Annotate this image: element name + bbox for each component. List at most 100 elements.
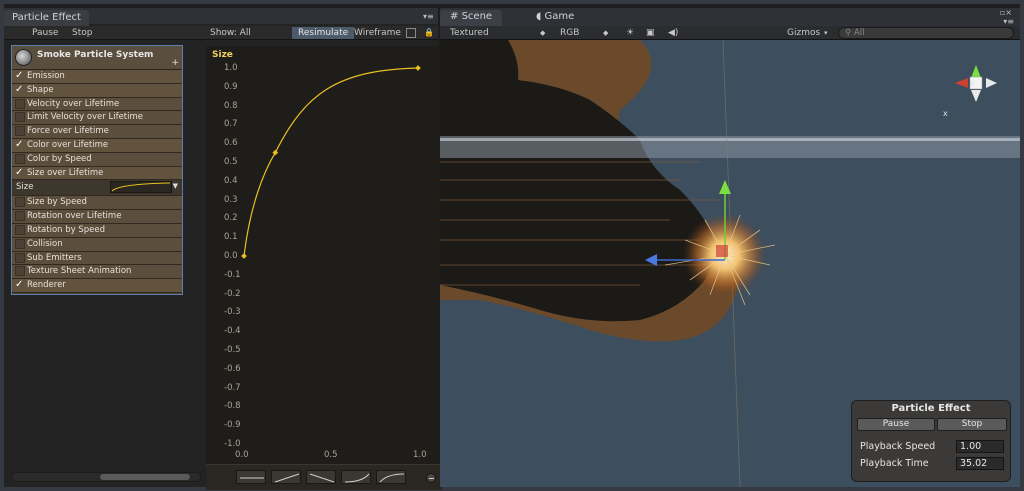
particle-effect-overlay: Particle Effect Pause Stop Playback Spee… [851, 400, 1011, 482]
scene-search-input[interactable]: ⚲ All [838, 27, 1014, 39]
audio-icon[interactable]: ◀) [668, 27, 678, 39]
lighting-sun-icon[interactable]: ☀ [626, 27, 634, 39]
curve-keyframe[interactable] [272, 149, 279, 156]
particle-system-header[interactable]: Smoke Particle System + [12, 46, 182, 70]
scene-grid-icon: # [450, 11, 459, 22]
module-label: Sub Emitters [27, 252, 82, 263]
module-label: Color over Lifetime [27, 139, 109, 150]
resimulate-toggle[interactable]: Resimulate [292, 27, 355, 39]
curve-keyframe[interactable] [241, 253, 247, 259]
module-checkbox[interactable] [15, 252, 25, 263]
module-checkbox[interactable] [15, 238, 25, 249]
module-row[interactable]: Velocity over Lifetime [12, 97, 182, 112]
module-row[interactable]: Rotation by Speed [12, 223, 182, 238]
horizontal-scrollbar[interactable] [11, 472, 201, 482]
add-system-button[interactable]: + [171, 58, 179, 68]
overlay-stop-button[interactable]: Stop [937, 418, 1007, 431]
size-curve-row[interactable]: Size ▼ [12, 180, 182, 197]
module-label: Limit Velocity over Lifetime [27, 112, 143, 123]
scrollbar-thumb[interactable] [100, 474, 190, 480]
render-mode-dropdown[interactable]: Textured [450, 27, 489, 39]
preset-linear-icon [274, 473, 300, 483]
module-checkbox[interactable] [15, 126, 25, 137]
scene-tab-menu-icon[interactable]: ▾≡ [1003, 17, 1014, 26]
window-controls-icon[interactable]: ▫× [1000, 8, 1012, 17]
particle-tabbar: Particle Effect ▾≡ [4, 8, 438, 26]
module-label: Collision [27, 238, 63, 249]
module-label: Texture Sheet Animation [27, 266, 132, 277]
scene-viewport[interactable]: y x Particle Effect Pause Stop Playback … [440, 40, 1020, 487]
module-row[interactable]: Texture Sheet Animation [12, 265, 182, 280]
module-row[interactable]: Limit Velocity over Lifetime [12, 111, 182, 126]
search-icon: ⚲ [845, 28, 852, 38]
module-row[interactable]: Force over Lifetime [12, 125, 182, 139]
module-label: Size by Speed [27, 197, 87, 208]
checkmark-icon[interactable]: ✓ [15, 71, 25, 81]
tab-game[interactable]: ◖ Game [526, 10, 584, 26]
checkmark-icon[interactable]: ✓ [15, 280, 25, 290]
size-row-label: Size [16, 182, 34, 193]
curve-editor[interactable]: Size 1.0 0.9 0.8 0.7 0.6 0.5 0.4 0.3 0.2 0.1 0.0 -0… [206, 46, 442, 464]
module-label: Shape [27, 84, 54, 95]
wireframe-toggle[interactable]: Wireframe [348, 27, 407, 39]
pause-button[interactable]: Pause [26, 27, 64, 39]
size-curve-line[interactable] [243, 67, 419, 257]
size-dropdown-arrow-icon[interactable]: ▼ [173, 182, 178, 190]
curve-keyframe[interactable] [415, 65, 421, 71]
module-label: Emission [27, 71, 65, 81]
lock-icon[interactable]: 🔒 [418, 27, 440, 39]
module-row[interactable]: ✓ Size over Lifetime [12, 166, 182, 181]
preset-flat[interactable] [236, 470, 266, 484]
module-checkbox[interactable] [15, 266, 25, 277]
module-checkbox[interactable] [15, 112, 25, 123]
tab-scene[interactable]: # Scene [440, 10, 503, 26]
scene-tabbar: # Scene ◖ Game ▫× ▾≡ [440, 8, 1020, 26]
size-curve-plot[interactable] [206, 46, 442, 464]
module-checkbox[interactable] [15, 153, 25, 164]
module-row[interactable]: Color by Speed [12, 152, 182, 167]
module-label: Renderer [27, 280, 66, 291]
tab-particle-effect[interactable]: Particle Effect [4, 10, 89, 26]
image-effects-icon[interactable]: ▣ [646, 27, 655, 39]
checkmark-icon[interactable]: ✓ [15, 139, 25, 150]
preset-linear-down[interactable] [306, 470, 336, 484]
gizmos-dropdown[interactable]: Gizmos [787, 27, 820, 39]
color-mode-dropdown[interactable]: RGB [560, 27, 579, 39]
checkmark-icon[interactable]: ✓ [15, 84, 25, 95]
particle-toolbar: Pause Stop Show: All Resimulate Wirefram… [4, 26, 438, 40]
scene-toolbar: Textured ◆ RGB ◆ ☀ ▣ ◀) Gizmos ▾ ⚲ All [440, 26, 1020, 40]
preset-ease-in[interactable] [341, 470, 371, 484]
preset-ease-out[interactable] [376, 470, 406, 484]
module-row[interactable]: ✓ Color over Lifetime [12, 138, 182, 153]
layout-toggle-icon[interactable] [406, 28, 416, 38]
size-curve-thumbnail[interactable] [110, 181, 172, 194]
module-checkbox[interactable] [15, 98, 25, 109]
checkmark-icon[interactable]: ✓ [15, 167, 25, 178]
search-placeholder: All [853, 28, 865, 38]
module-label: Color by Speed [27, 153, 92, 164]
module-row[interactable]: ✓ Shape [12, 83, 182, 98]
stop-button[interactable]: Stop [66, 27, 98, 39]
playback-time-field[interactable]: 35.02 [956, 457, 1004, 470]
module-row[interactable]: ✓ Renderer [12, 279, 182, 293]
module-row[interactable]: ✓ Emission [12, 70, 182, 84]
module-row[interactable]: Rotation over Lifetime [12, 210, 182, 224]
module-checkbox[interactable] [15, 211, 25, 222]
module-row[interactable]: Sub Emitters [12, 251, 182, 266]
playback-speed-field[interactable]: 1.00 [956, 440, 1004, 453]
module-row[interactable]: Collision [12, 237, 182, 252]
preset-linear-down-icon [309, 473, 335, 483]
module-row[interactable]: Size by Speed [12, 196, 182, 211]
preset-ease-out-icon [379, 473, 405, 483]
module-checkbox[interactable] [15, 197, 25, 208]
preset-ease-in-icon [344, 473, 370, 483]
gizmo-x-label[interactable]: x [943, 109, 948, 118]
tab-menu-icon[interactable]: ▾≡ [423, 12, 434, 21]
gizmo-y-label[interactable]: y [970, 78, 975, 87]
remove-curve-icon[interactable] [426, 473, 436, 483]
module-list: ✓ Emission ✓ Shape Velocity over Lifetime Lim… [12, 70, 182, 293]
module-checkbox[interactable] [15, 224, 25, 235]
overlay-pause-button[interactable]: Pause [857, 418, 935, 431]
show-dropdown[interactable]: Show: All [204, 27, 257, 39]
preset-linear[interactable] [271, 470, 301, 484]
